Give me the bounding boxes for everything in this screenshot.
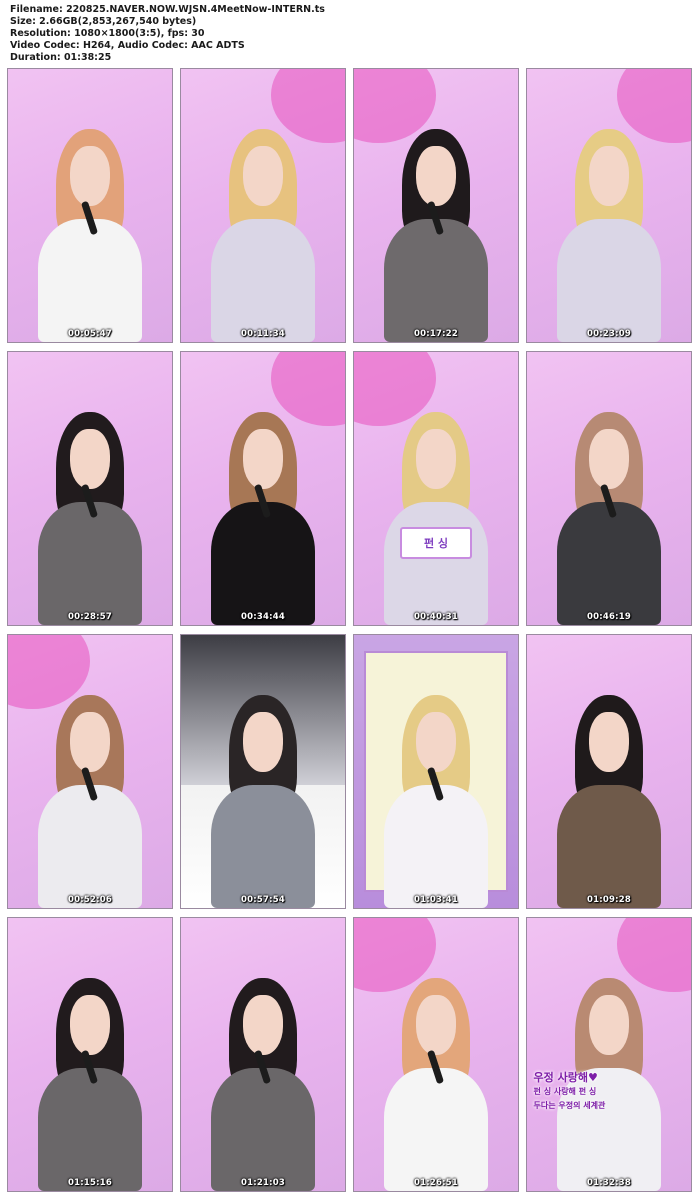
video-thumbnail[interactable]: 01:21:03: [180, 917, 346, 1192]
video-thumbnail[interactable]: 00:52:06: [7, 634, 173, 909]
performer-face: [416, 429, 456, 489]
video-thumbnail[interactable]: 우정 사랑해♥ 펀 싱 사랑해 펀 싱두다는 우정의 세계관 01:32:38: [526, 917, 692, 1192]
video-thumbnail[interactable]: 00:57:54: [180, 634, 346, 909]
timestamp-label: 00:05:47: [68, 329, 112, 339]
timestamp-label: 00:57:54: [241, 895, 285, 905]
performer-figure: [383, 129, 489, 342]
performer-outfit: [37, 501, 143, 625]
timestamp-label: 00:40:31: [414, 612, 458, 622]
performer-figure: [383, 978, 489, 1191]
performer-figure: [37, 978, 143, 1191]
subtitle-line: 우정 사랑해♥: [533, 1070, 598, 1084]
performer-outfit: [210, 501, 316, 625]
performer-figure: [210, 412, 316, 625]
timestamp-label: 01:09:28: [587, 895, 631, 905]
timestamp-label: 01:03:41: [414, 895, 458, 905]
performer-face: [243, 429, 283, 489]
subtitle-overlay: 우정 사랑해♥ 펀 싱 사랑해 펀 싱두다는 우정의 세계관: [534, 1071, 685, 1126]
subtitle-caption-box: 펀 싱: [399, 526, 473, 560]
video-thumbnail[interactable]: 00:23:09: [526, 68, 692, 343]
performer-figure: [37, 129, 143, 342]
timestamp-label: 00:23:09: [587, 329, 631, 339]
performer-outfit: [210, 1067, 316, 1191]
timestamp-label: 00:11:34: [241, 329, 285, 339]
timestamp-label: 01:21:03: [241, 1178, 285, 1188]
performer-face: [70, 712, 110, 772]
video-thumbnail[interactable]: 00:05:47: [7, 68, 173, 343]
performer-figure: [556, 129, 662, 342]
thumbnail-grid: 00:05:47 00:11:34 00:17:22 00:23:09 00:28:57…: [7, 68, 693, 1192]
size-line: Size: 2.66GB(2,853,267,540 bytes): [10, 16, 197, 27]
performer-face: [70, 995, 110, 1055]
video-thumbnail[interactable]: 01:26:51: [353, 917, 519, 1192]
duration-line: Duration: 01:38:25: [10, 52, 112, 63]
performer-outfit: [383, 784, 489, 908]
performer-face: [243, 712, 283, 772]
performer-outfit: [37, 784, 143, 908]
subtitle-line: 두다는 우정의 세계관: [533, 1100, 606, 1110]
timestamp-label: 00:34:44: [241, 612, 285, 622]
performer-face: [589, 146, 629, 206]
resolution-line: Resolution: 1080×1800(3:5), fps: 30: [10, 28, 205, 39]
performer-figure: [37, 695, 143, 908]
video-thumbnail[interactable]: 00:46:19: [526, 351, 692, 626]
timestamp-label: 01:15:16: [68, 1178, 112, 1188]
performer-figure: [37, 412, 143, 625]
performer-face: [416, 712, 456, 772]
performer-outfit: [383, 501, 489, 625]
performer-face: [70, 146, 110, 206]
video-thumbnail[interactable]: 01:03:41: [353, 634, 519, 909]
filename-line: Filename: 220825.NAVER.NOW.WJSN.4MeetNow…: [10, 4, 325, 15]
performer-outfit: [37, 218, 143, 342]
performer-figure: [210, 695, 316, 908]
video-thumbnail[interactable]: 00:17:22: [353, 68, 519, 343]
performer-figure: [556, 412, 662, 625]
timestamp-label: 00:17:22: [414, 329, 458, 339]
performer-outfit: [556, 501, 662, 625]
performer-outfit: [37, 1067, 143, 1191]
file-info-header: Filename: 220825.NAVER.NOW.WJSN.4MeetNow…: [10, 4, 690, 64]
performer-outfit: [556, 218, 662, 342]
timestamp-label: 00:28:57: [68, 612, 112, 622]
timestamp-label: 01:32:38: [587, 1178, 631, 1188]
video-thumbnail[interactable]: 00:11:34: [180, 68, 346, 343]
performer-outfit: [210, 784, 316, 908]
performer-face: [589, 429, 629, 489]
performer-figure: [210, 978, 316, 1191]
performer-figure: [383, 695, 489, 908]
timestamp-label: 00:46:19: [587, 612, 631, 622]
performer-face: [416, 146, 456, 206]
timestamp-label: 00:52:06: [68, 895, 112, 905]
video-thumbnail[interactable]: 00:34:44: [180, 351, 346, 626]
subtitle-line: 펀 싱 사랑해 펀 싱: [533, 1086, 597, 1096]
video-thumbnail[interactable]: 01:15:16: [7, 917, 173, 1192]
video-thumbnail[interactable]: 00:28:57: [7, 351, 173, 626]
video-thumbnail[interactable]: 01:09:28: [526, 634, 692, 909]
performer-figure: [556, 695, 662, 908]
performer-face: [243, 995, 283, 1055]
performer-face: [243, 146, 283, 206]
performer-face: [589, 995, 629, 1055]
performer-outfit: [556, 784, 662, 908]
performer-face: [416, 995, 456, 1055]
performer-figure: [383, 412, 489, 625]
performer-outfit: [383, 1067, 489, 1191]
video-thumbnail[interactable]: 펀 싱 00:40:31: [353, 351, 519, 626]
performer-outfit: [383, 218, 489, 342]
timestamp-label: 01:26:51: [414, 1178, 458, 1188]
performer-face: [70, 429, 110, 489]
performer-face: [589, 712, 629, 772]
performer-figure: [210, 129, 316, 342]
performer-outfit: [210, 218, 316, 342]
codecs-line: Video Codec: H264, Audio Codec: AAC ADTS: [10, 40, 245, 51]
